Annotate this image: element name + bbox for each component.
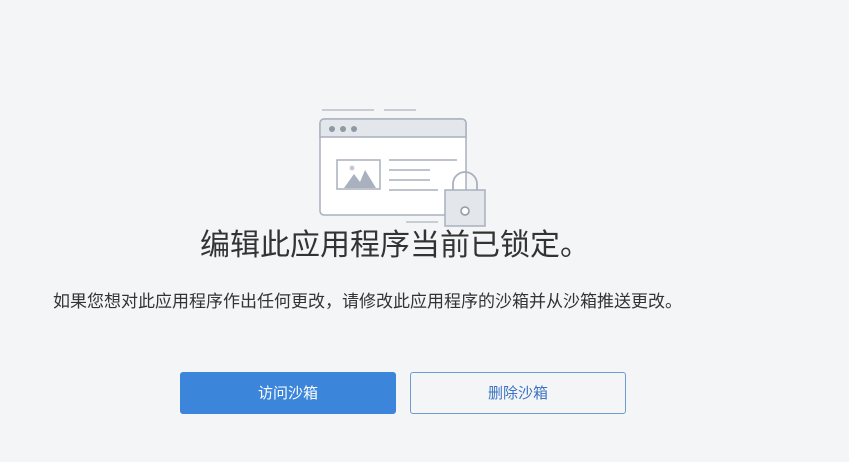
locked-browser-window-icon — [312, 102, 492, 228]
lock-description: 如果您想对此应用程序作出任何更改，请修改此应用程序的沙箱并从沙箱推送更改。 — [53, 292, 682, 312]
delete-sandbox-button[interactable]: 删除沙箱 — [410, 372, 626, 414]
visit-sandbox-button[interactable]: 访问沙箱 — [180, 372, 396, 414]
page-title: 编辑此应用程序当前已锁定。 — [200, 228, 590, 263]
